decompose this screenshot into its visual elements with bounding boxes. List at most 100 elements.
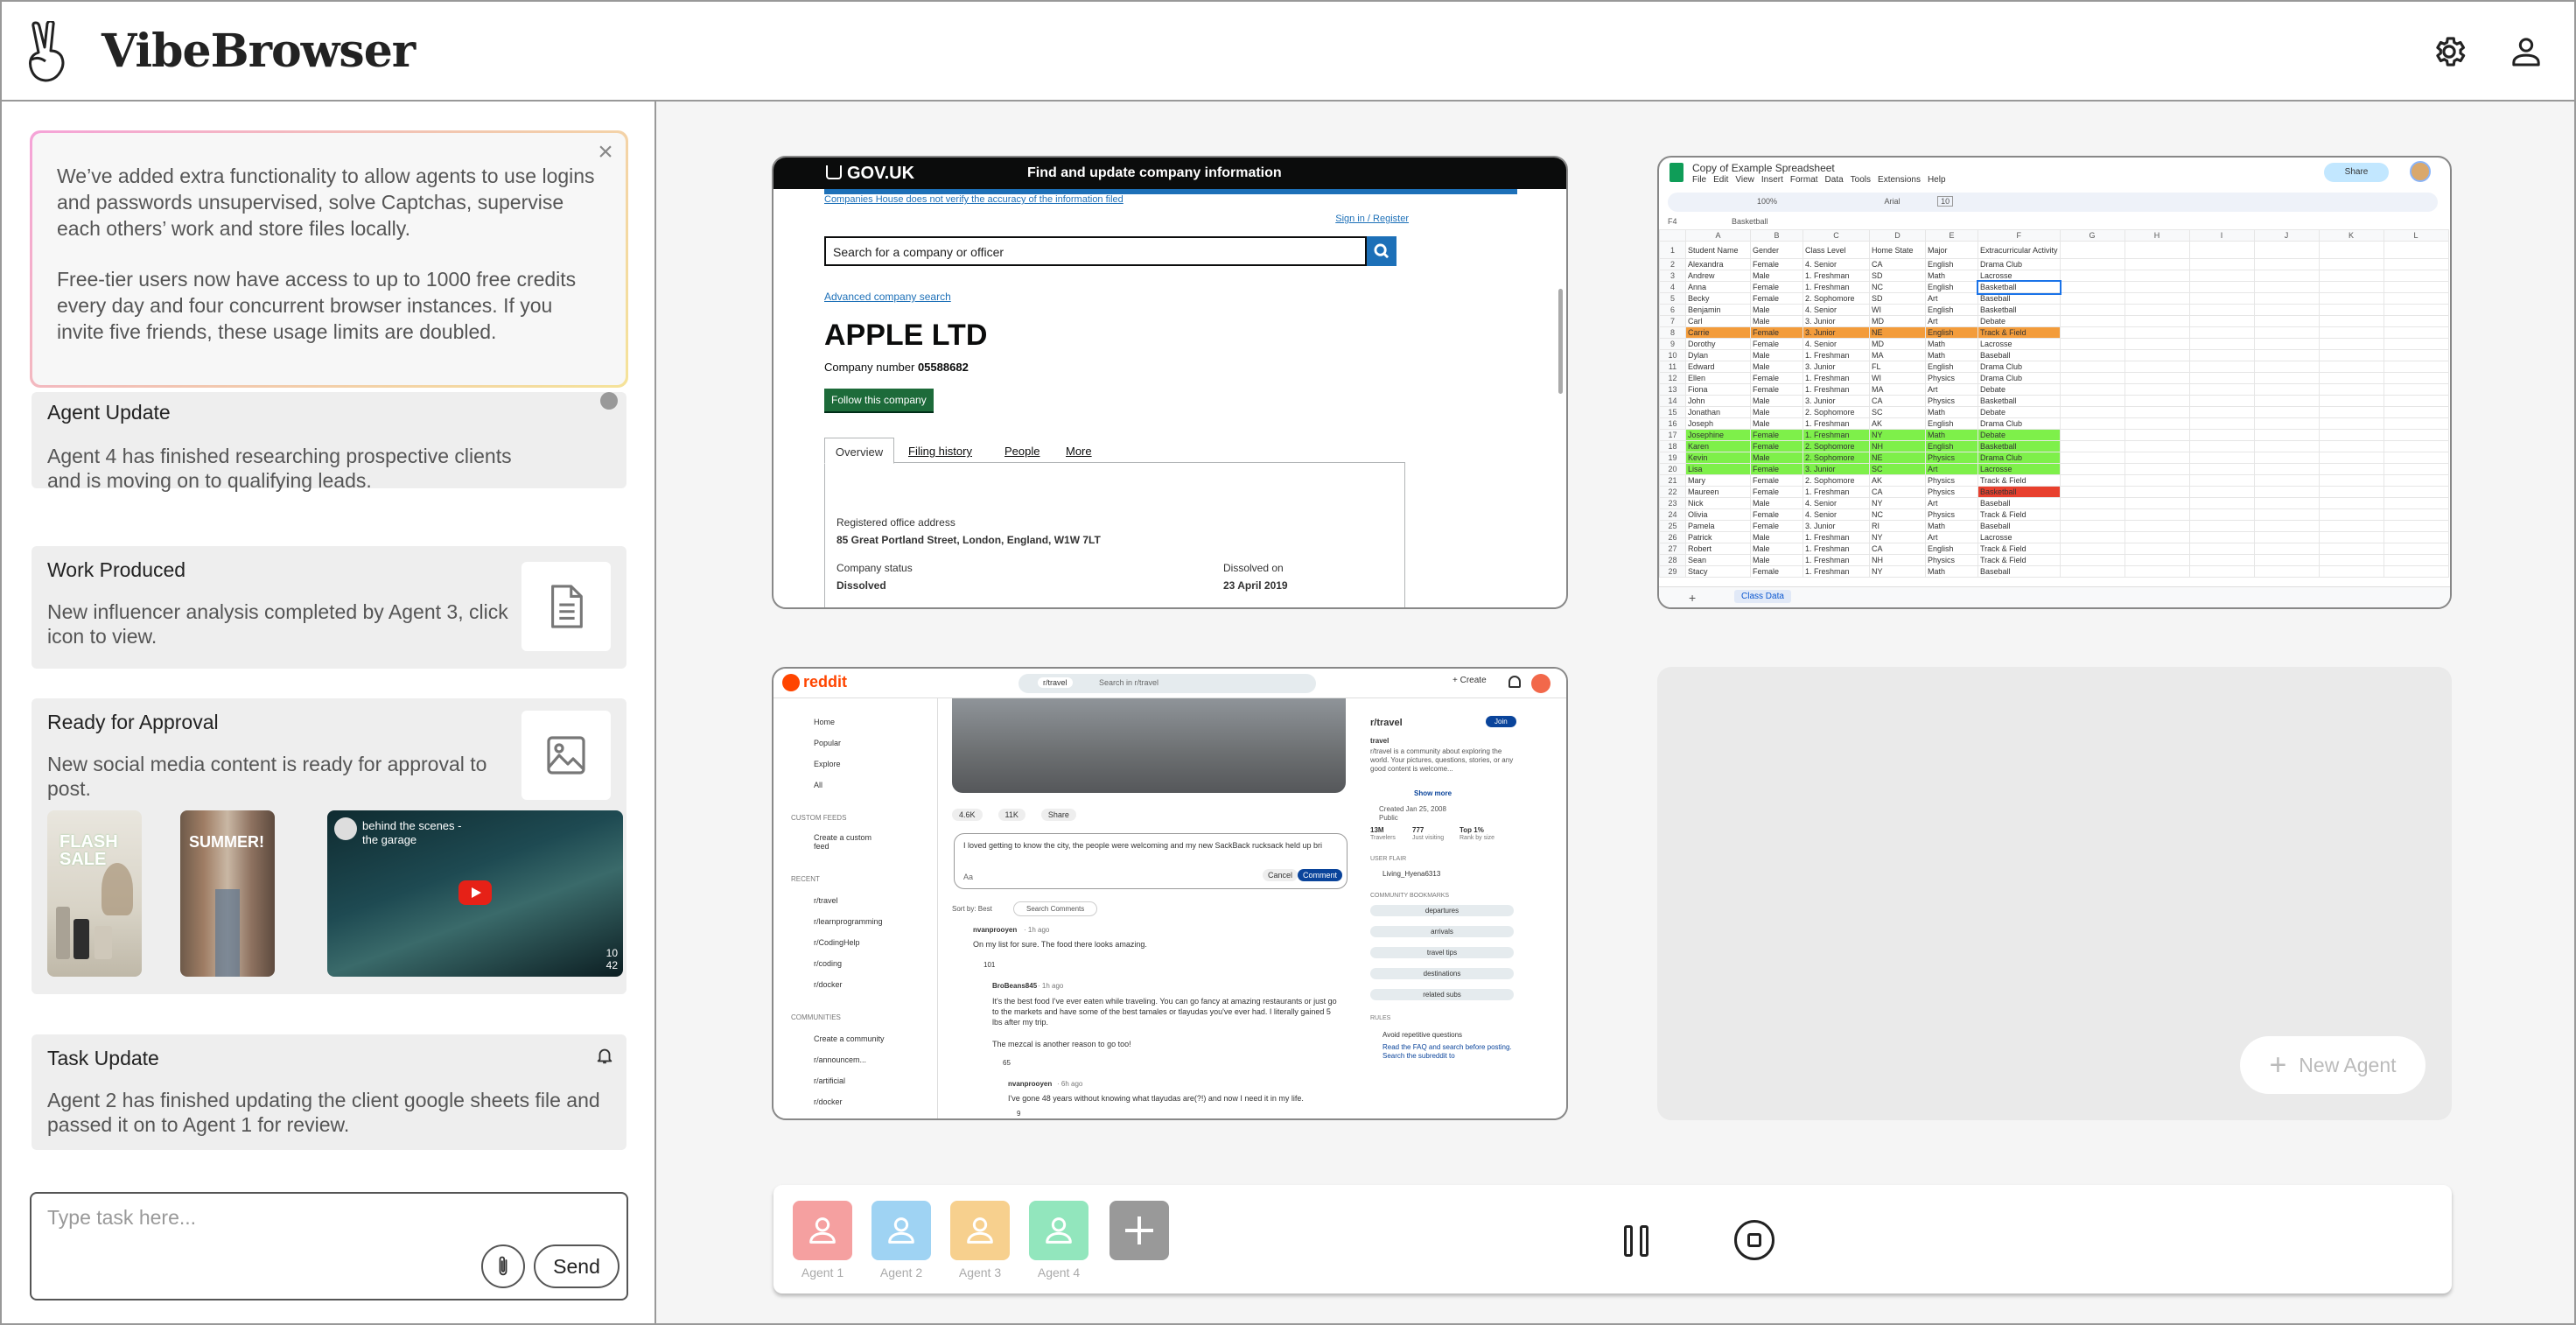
join-button[interactable]: Join: [1486, 716, 1516, 727]
sheet-cell[interactable]: Drama Club: [1978, 258, 2061, 270]
sheet-cell[interactable]: 2. Sophomore: [1802, 440, 1870, 452]
sheet-cell[interactable]: Benjamin: [1685, 304, 1751, 316]
sheet-cell[interactable]: [2188, 565, 2255, 578]
row-number[interactable]: 10: [1659, 349, 1686, 361]
sheet-cell[interactable]: [2253, 338, 2320, 350]
user-profile-icon[interactable]: [2506, 32, 2546, 72]
row-number[interactable]: 28: [1659, 554, 1686, 566]
sheet-cell[interactable]: [2383, 554, 2449, 566]
sheet-cell[interactable]: [2253, 440, 2320, 452]
sheet-cell[interactable]: [2383, 292, 2449, 305]
sheet-cell[interactable]: [2124, 270, 2190, 282]
font-size[interactable]: 10: [1937, 196, 1954, 207]
sheet-cell[interactable]: NH: [1869, 440, 1926, 452]
comment-composer[interactable]: I loved getting to know the city, the pe…: [954, 833, 1348, 889]
row-number[interactable]: 29: [1659, 565, 1686, 578]
sheet-cell[interactable]: [2059, 349, 2125, 361]
sheet-cell[interactable]: [2059, 531, 2125, 543]
table-row[interactable]: 8 Carrie Female 3. Junior NE English Track & F…: [1659, 326, 2449, 339]
tab-filing-history[interactable]: Filing history: [908, 445, 972, 458]
table-row[interactable]: 5 Becky Female 2. Sophomore SD Art Baseball: [1659, 292, 2449, 305]
sheet-cell[interactable]: [2188, 270, 2255, 282]
sheet-cell[interactable]: [2383, 372, 2449, 384]
sheet-cell[interactable]: [2253, 520, 2320, 532]
sheet-cell[interactable]: Male: [1750, 554, 1803, 566]
sheet-cell[interactable]: 1. Freshman: [1802, 281, 1870, 293]
row-number[interactable]: 7: [1659, 315, 1686, 327]
sheet-cell[interactable]: Art: [1925, 463, 1978, 475]
sheet-cell[interactable]: [2383, 281, 2449, 293]
sheet-cell[interactable]: [2253, 417, 2320, 430]
sheet-cell[interactable]: SC: [1869, 406, 1926, 418]
sheet-cell[interactable]: Kevin: [1685, 452, 1751, 464]
row-number[interactable]: 9: [1659, 338, 1686, 350]
sheet-cell[interactable]: [2124, 326, 2190, 339]
sheet-cell[interactable]: [2318, 349, 2384, 361]
row-number[interactable]: 11: [1659, 361, 1686, 373]
menu-edit[interactable]: Edit: [1713, 175, 1728, 185]
sheet-cell[interactable]: [2383, 304, 2449, 316]
sheet-cell[interactable]: Female: [1750, 338, 1803, 350]
sheet-cell[interactable]: [2318, 315, 2384, 327]
sheet-cell[interactable]: [2253, 474, 2320, 487]
sheet-cell[interactable]: [2059, 338, 2125, 350]
custom-feeds-label[interactable]: CUSTOM FEEDS: [791, 814, 846, 822]
table-row[interactable]: 11 Edward Male 3. Junior FL English Drama Club: [1659, 361, 2449, 373]
sheet-cell[interactable]: 1. Freshman: [1802, 486, 1870, 498]
sheet-cell[interactable]: Alexandra: [1685, 258, 1751, 270]
sheet-cell[interactable]: [2318, 474, 2384, 487]
sheet-cell[interactable]: [2188, 543, 2255, 555]
sheet-cell[interactable]: Math: [1925, 270, 1978, 282]
sheet-cell[interactable]: Dorothy: [1685, 338, 1751, 350]
sheet-cell[interactable]: Math: [1925, 406, 1978, 418]
sheet-cell[interactable]: Art: [1925, 383, 1978, 396]
sheet-cell[interactable]: [2059, 292, 2125, 305]
sheet-cell[interactable]: AK: [1869, 417, 1926, 430]
sheet-cell[interactable]: [2124, 292, 2190, 305]
row-number[interactable]: 24: [1659, 508, 1686, 521]
sheet-cell[interactable]: 1. Freshman: [1802, 349, 1870, 361]
comment-author[interactable]: nvanprooyen: [973, 926, 1017, 934]
account-avatar[interactable]: [2410, 161, 2431, 182]
sheet-cell[interactable]: [2253, 429, 2320, 441]
sheet-title[interactable]: Copy of Example Spreadsheet: [1692, 162, 1835, 174]
sheet-cell[interactable]: [2253, 554, 2320, 566]
sheet-cell[interactable]: Patrick: [1685, 531, 1751, 543]
row-number[interactable]: 4: [1659, 281, 1686, 293]
share-button[interactable]: Share: [2324, 163, 2389, 182]
sheet-cell[interactable]: [2253, 406, 2320, 418]
bookmark-button[interactable]: related subs: [1370, 989, 1514, 1000]
sheet-cell[interactable]: Basketball: [1978, 486, 2061, 498]
sheet-cell[interactable]: Basketball: [1978, 440, 2061, 452]
sheet-cell[interactable]: Female: [1750, 429, 1803, 441]
sheet-cell[interactable]: [2318, 326, 2384, 339]
reddit-search[interactable]: r/travel Search in r/travel: [1018, 674, 1316, 693]
sheet-cell[interactable]: [2124, 452, 2190, 464]
table-row[interactable]: 4 Anna Female 1. Freshman NC English Basketbal…: [1659, 279, 2449, 295]
sheet-cell[interactable]: [2059, 508, 2125, 521]
sheet-cell[interactable]: [2253, 315, 2320, 327]
rule-item[interactable]: Avoid repetitive questions: [1382, 1031, 1462, 1039]
sheet-cell[interactable]: [2188, 241, 2255, 259]
sheet-cell[interactable]: [2253, 241, 2320, 259]
sheet-cell[interactable]: [2318, 361, 2384, 373]
sheet-cell[interactable]: Class Level: [1802, 241, 1870, 259]
sheet-cell[interactable]: Sean: [1685, 554, 1751, 566]
sheet-cell[interactable]: 4. Senior: [1802, 304, 1870, 316]
sheet-cell[interactable]: MA: [1869, 383, 1926, 396]
row-number[interactable]: 5: [1659, 292, 1686, 305]
sheet-cell[interactable]: Jonathan: [1685, 406, 1751, 418]
sheet-cell[interactable]: Andrew: [1685, 270, 1751, 282]
sheet-cell[interactable]: Female: [1750, 383, 1803, 396]
column-header[interactable]: F: [1978, 229, 2061, 242]
sheet-cell[interactable]: Baseball: [1978, 520, 2061, 532]
menu-data[interactable]: Data: [1825, 175, 1844, 185]
sheet-cell[interactable]: Male: [1750, 361, 1803, 373]
sheet-cell[interactable]: Lisa: [1685, 463, 1751, 475]
comment-text[interactable]: I loved getting to know the city, the pe…: [963, 841, 1340, 850]
sheet-cell[interactable]: Physics: [1925, 508, 1978, 521]
sheet-cell[interactable]: Art: [1925, 531, 1978, 543]
sheet-cell[interactable]: [2383, 349, 2449, 361]
sheet-cell[interactable]: [2124, 474, 2190, 487]
table-row[interactable]: 23 Nick Male 4. Senior NY Art Baseball: [1659, 497, 2449, 509]
